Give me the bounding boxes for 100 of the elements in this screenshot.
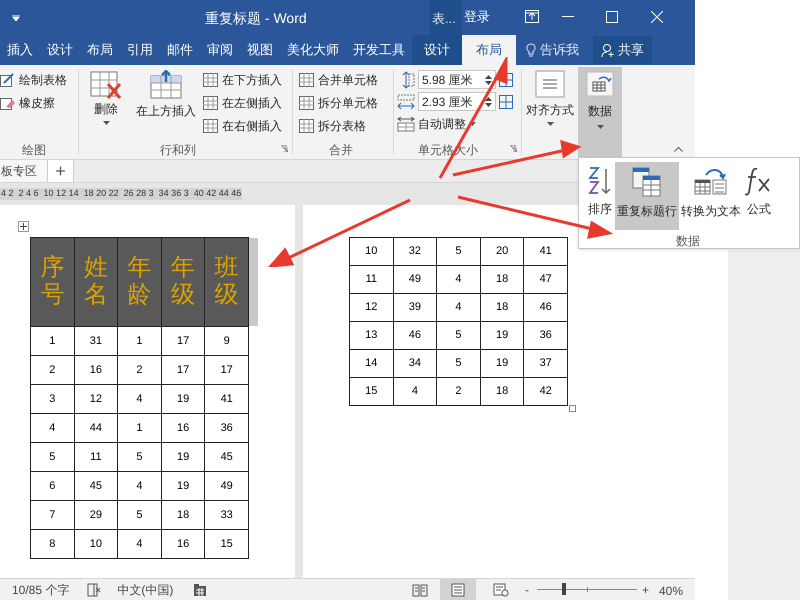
table-cell: 45: [204, 442, 248, 472]
zoom-out-button[interactable]: -: [525, 581, 529, 599]
table-icon: [299, 96, 314, 110]
ribbon-tab[interactable]: 设计: [412, 35, 462, 65]
insert-button[interactable]: 在左侧插入: [203, 93, 282, 112]
zoom-level[interactable]: 40%: [659, 582, 684, 600]
alignment-button[interactable]: 对齐方式: [525, 70, 575, 148]
table-cell: 10: [74, 530, 118, 558]
table-cell: 13: [350, 322, 394, 350]
table-cell: 8: [30, 530, 74, 558]
ribbon-tab[interactable]: 邮件: [160, 35, 200, 65]
data-button[interactable]: 数据: [578, 67, 622, 160]
data-icon: [586, 71, 614, 97]
table-resize-handle-icon[interactable]: [569, 405, 576, 412]
zoom-in-button[interactable]: +: [642, 581, 650, 599]
table-cell: 42: [524, 378, 568, 406]
table-cell: 4: [436, 294, 480, 322]
web-layout-icon[interactable]: [493, 583, 509, 597]
proofing-icon[interactable]: [87, 582, 102, 596]
table-cell: 4: [118, 384, 162, 414]
data-menu-item[interactable]: 公式: [743, 162, 775, 230]
collapse-ribbon-icon[interactable]: [674, 147, 683, 152]
table-cell: 5: [436, 350, 480, 378]
data-menu-item[interactable]: 排序: [585, 162, 615, 230]
ruler-number: 10 12 14: [44, 187, 79, 200]
spinner-icon[interactable]: [485, 96, 492, 108]
ribbon-tab[interactable]: 审阅: [200, 35, 240, 65]
autofit-icon: [397, 116, 415, 132]
header-cell-text: 序号: [40, 254, 64, 308]
insert-button[interactable]: 在右侧插入: [203, 116, 282, 135]
table-cell: 6: [30, 472, 74, 500]
document-tab[interactable]: 板专区: [0, 160, 48, 182]
table-cell: 37: [524, 350, 568, 378]
ruler-number: 2 4 6: [18, 187, 39, 200]
insert-button[interactable]: 在下方插入: [203, 70, 282, 89]
distribute-columns-icon[interactable]: [499, 94, 513, 108]
ribbon-tab[interactable]: 设计: [40, 35, 80, 65]
group-label: 绘图: [22, 142, 46, 159]
delete-button[interactable]: 删除: [86, 70, 126, 138]
table-cell: 4: [118, 472, 162, 500]
header-cell-text: 年龄: [127, 254, 152, 308]
table-move-handle-icon[interactable]: [18, 221, 29, 232]
data-menu-item[interactable]: 转换为文本: [679, 162, 743, 230]
table-cell: 2: [30, 356, 74, 384]
header-cell-text: 姓名: [84, 254, 108, 308]
table-cell: 5: [118, 442, 162, 472]
ribbon-tab[interactable]: 布局: [462, 35, 516, 65]
table-cell: 18: [480, 294, 524, 322]
caret-icon: [596, 125, 604, 129]
width-field[interactable]: 2.93 厘米: [418, 92, 496, 111]
table-cell: 1: [30, 326, 74, 356]
table-cell: 11: [74, 442, 118, 472]
table-cell: 17: [161, 326, 205, 356]
zoom-slider[interactable]: [537, 583, 637, 595]
caret-icon[interactable]: [12, 14, 20, 20]
merge-button[interactable]: 拆分表格: [299, 116, 378, 135]
tell-me-field[interactable]: 告诉我: [526, 35, 579, 65]
spinner-icon[interactable]: [485, 74, 492, 86]
ribbon-tab[interactable]: 引用: [120, 35, 160, 65]
read-mode-icon[interactable]: [412, 583, 428, 597]
table-cell: 4: [118, 530, 162, 558]
table-cell: 20: [480, 238, 524, 266]
share-button[interactable]: 共享: [593, 36, 652, 64]
table-cell: 46: [524, 294, 568, 322]
height-field[interactable]: 5.98 厘米: [418, 70, 496, 89]
ruler-number: 4 2: [1, 187, 14, 200]
table-cell: 5: [118, 500, 162, 530]
ribbon-display-icon[interactable]: [525, 10, 539, 23]
maximize-icon[interactable]: [606, 11, 618, 23]
sign-in-link[interactable]: 登录: [464, 7, 490, 26]
merge-button[interactable]: 拆分单元格: [299, 93, 378, 112]
draw-tool-button[interactable]: 绘制表格: [0, 70, 67, 89]
word-count[interactable]: 10/85 个字: [12, 580, 70, 598]
dialog-launcher-icon[interactable]: [281, 145, 288, 152]
column-width-icon: [397, 92, 415, 110]
table-cell: 32: [393, 238, 437, 266]
draw-tool-button[interactable]: 橡皮擦: [0, 93, 67, 112]
table-cell: 19: [480, 350, 524, 378]
language-indicator[interactable]: 中文(中国): [117, 580, 174, 598]
table-icon: [203, 72, 218, 86]
ribbon-tab[interactable]: 开发工具: [346, 35, 412, 65]
ribbon-tab[interactable]: 美化大师: [280, 35, 346, 65]
merge-button[interactable]: 合并单元格: [299, 70, 378, 89]
print-layout-icon: [451, 582, 465, 596]
ribbon-tab[interactable]: 布局: [80, 35, 120, 65]
table-cell: 18: [161, 500, 205, 530]
caret-icon: [102, 121, 110, 125]
macro-icon[interactable]: [193, 582, 208, 596]
insert-above-button[interactable]: 在上方插入: [134, 70, 198, 126]
ribbon-tab[interactable]: 插入: [0, 35, 40, 65]
table-cell: 12: [74, 384, 118, 414]
table-cell: 44: [74, 414, 118, 442]
close-icon[interactable]: [651, 11, 663, 23]
data-menu-item[interactable]: 重复标题行: [615, 162, 679, 230]
ribbon-tab[interactable]: 视图: [240, 35, 280, 65]
table-cell: 11: [350, 266, 394, 294]
add-tab-button[interactable]: +: [48, 160, 74, 182]
dialog-launcher-icon[interactable]: [510, 145, 517, 152]
table-cell: 36: [524, 322, 568, 350]
print-layout-button[interactable]: [440, 579, 476, 600]
